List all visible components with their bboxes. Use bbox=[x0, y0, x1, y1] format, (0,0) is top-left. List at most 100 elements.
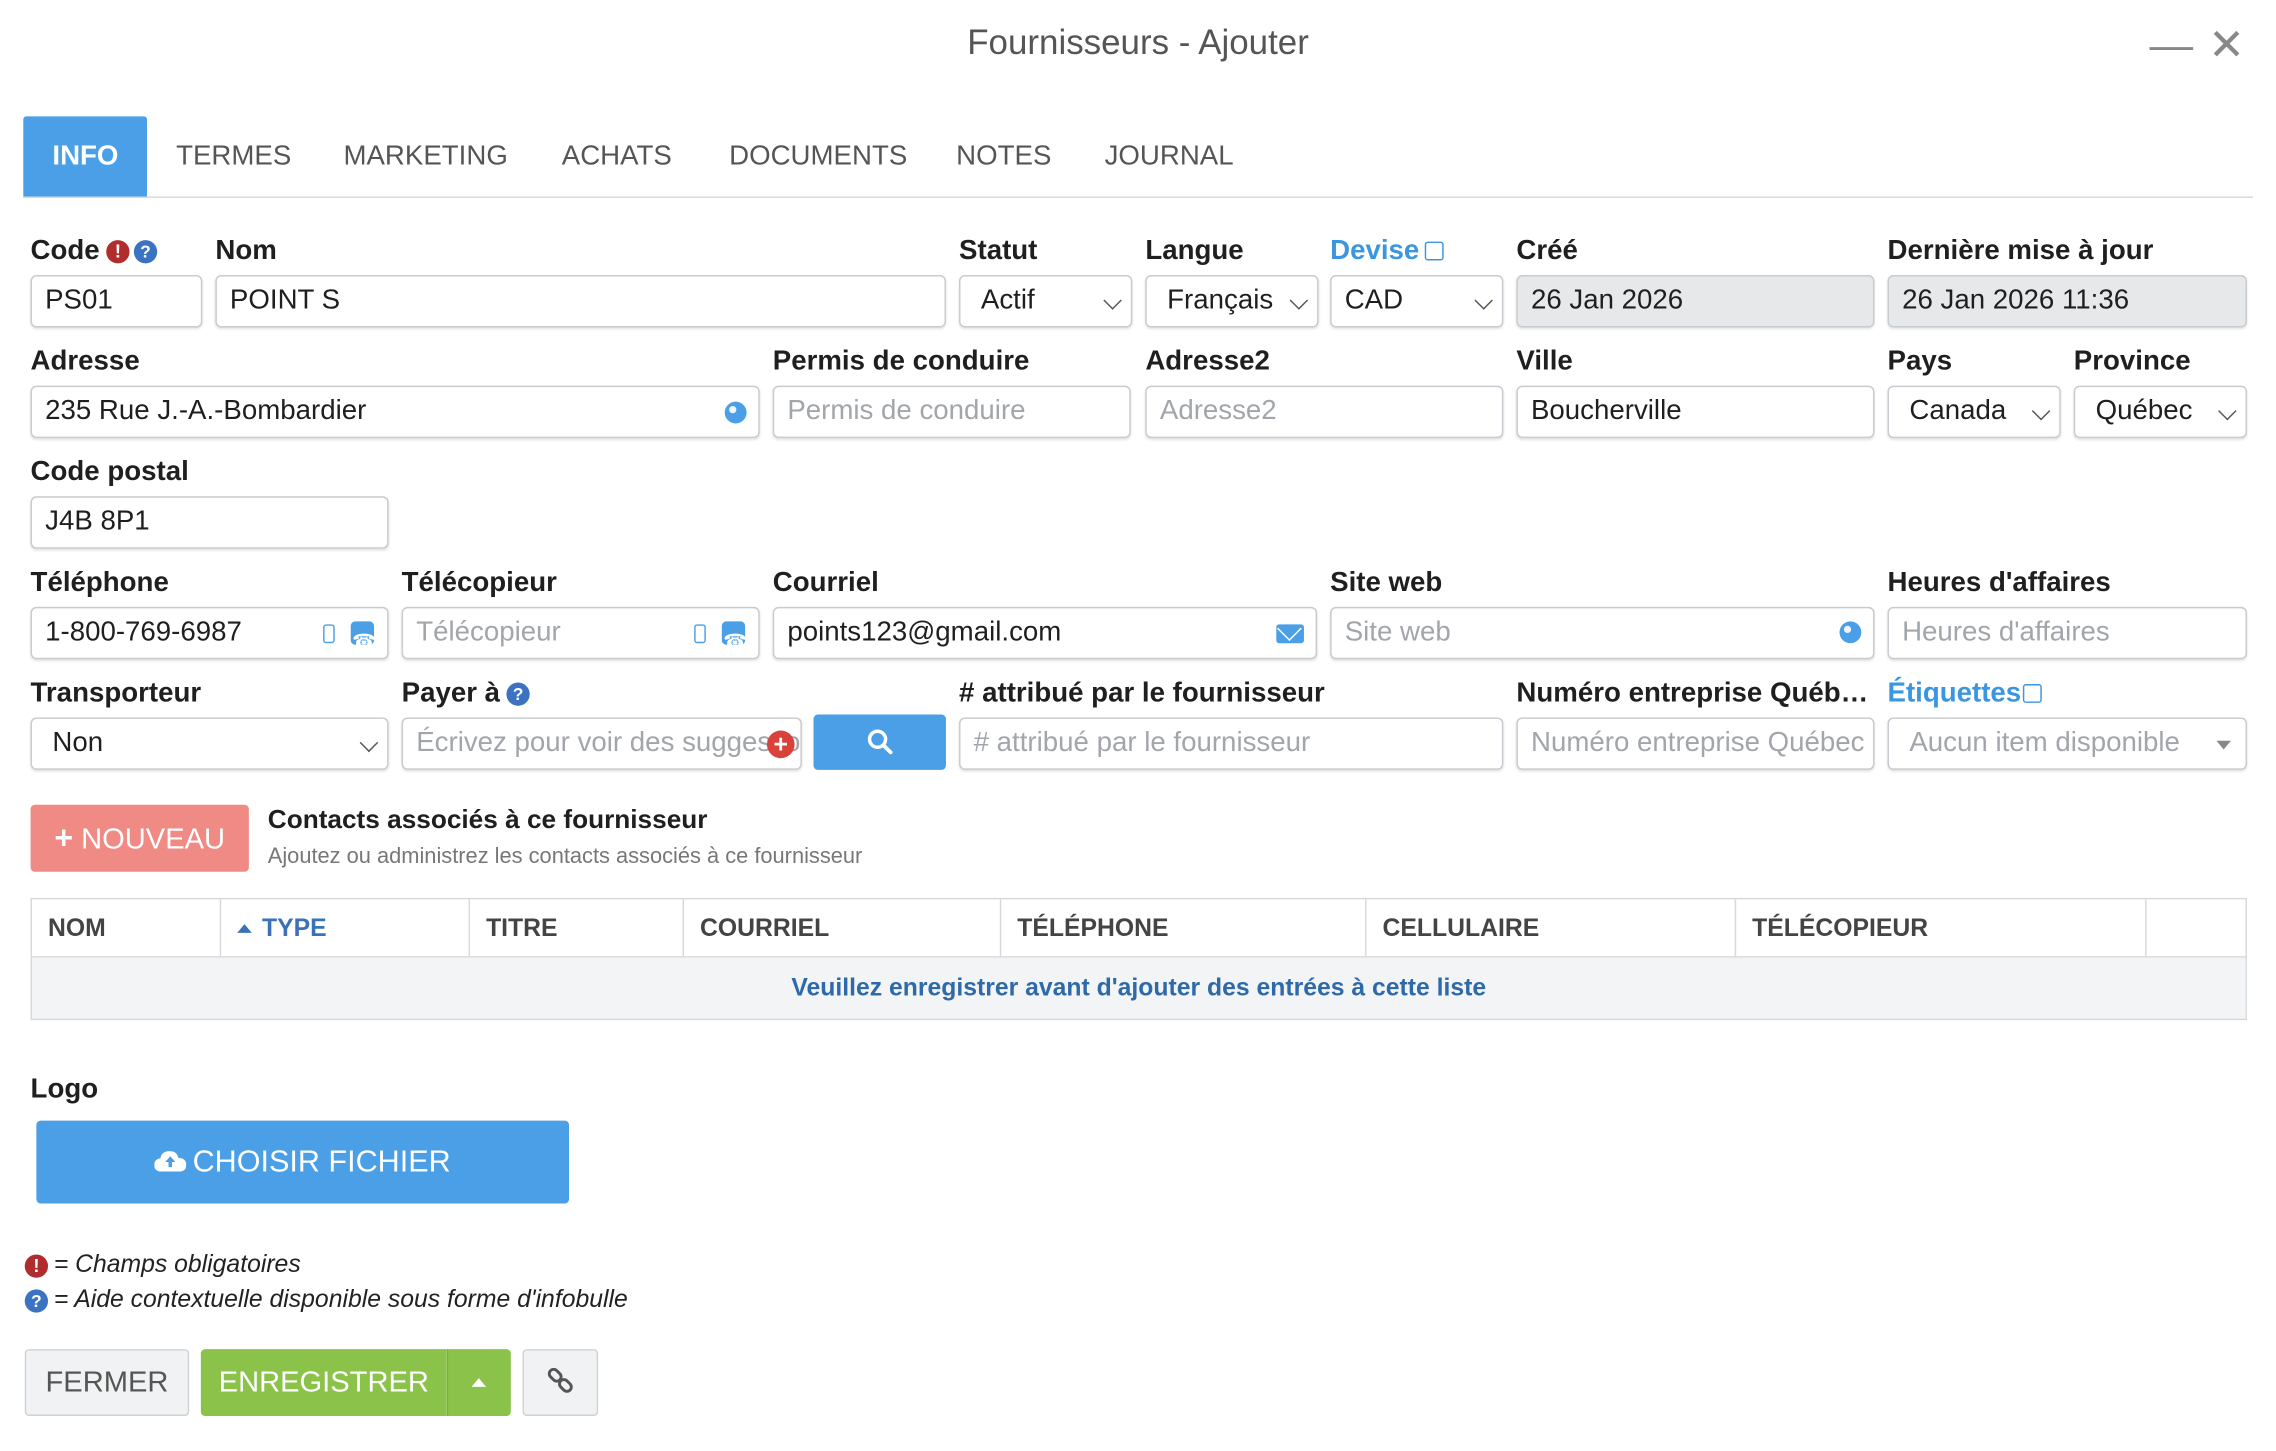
col-actions bbox=[2145, 897, 2247, 958]
col-courriel[interactable]: COURRIEL bbox=[682, 897, 1002, 958]
chevron-down-icon bbox=[359, 733, 379, 753]
phone-icon[interactable] bbox=[350, 617, 376, 658]
province-select[interactable]: Québec bbox=[2073, 385, 2247, 439]
globe-icon[interactable] bbox=[1839, 621, 1862, 644]
edit-icon[interactable] bbox=[1424, 241, 1444, 261]
save-options-button[interactable] bbox=[446, 1349, 511, 1417]
attribue-input[interactable]: # attribué par le fournisseur bbox=[959, 717, 1504, 770]
help-icon: ? bbox=[24, 1289, 49, 1313]
link-button[interactable] bbox=[522, 1349, 599, 1417]
nom-label: Nom bbox=[215, 235, 277, 267]
etiquettes-select[interactable]: Aucun item disponible bbox=[1887, 717, 2247, 770]
help-icon[interactable]: ? bbox=[506, 682, 530, 706]
chevron-down-icon bbox=[1289, 291, 1309, 310]
payer-a-input[interactable]: Écrivez pour voir des suggestions + bbox=[401, 717, 802, 770]
tab-marketing[interactable]: MARKETING bbox=[343, 116, 507, 196]
save-button[interactable]: ENREGISTRER bbox=[200, 1349, 447, 1417]
telecopieur-label: Télécopieur bbox=[401, 567, 557, 599]
chevron-down-icon bbox=[2218, 401, 2237, 421]
adresse-value: 235 Rue J.-A.-Bombardier bbox=[45, 395, 367, 427]
pays-select[interactable]: Canada bbox=[1887, 385, 2061, 439]
adresse-input[interactable]: 235 Rue J.-A.-Bombardier bbox=[30, 385, 760, 439]
code-label: Code bbox=[30, 235, 100, 267]
mobile-icon[interactable] bbox=[694, 624, 706, 644]
site-web-label: Site web bbox=[1330, 567, 1443, 599]
tab-info[interactable]: INFO bbox=[23, 116, 148, 197]
courriel-input[interactable]: points123@gmail.com bbox=[772, 606, 1318, 660]
tab-journal[interactable]: JOURNAL bbox=[1105, 116, 1234, 196]
col-nom[interactable]: NOM bbox=[30, 897, 222, 958]
table-header-row: NOM TYPE TITRE COURRIEL TÉLÉPHONE CELLUL… bbox=[30, 897, 2247, 958]
statut-value: Actif bbox=[980, 285, 1035, 316]
telephone-label: Téléphone bbox=[30, 567, 169, 599]
etiquettes-label[interactable]: Étiquettes bbox=[1888, 678, 2022, 710]
table-row: Veuillez enregistrer avant d'ajouter des… bbox=[30, 956, 2247, 1021]
new-contact-label: NOUVEAU bbox=[81, 823, 226, 856]
heures-input[interactable]: Heures d'affaires bbox=[1887, 606, 2247, 660]
devise-select[interactable]: CAD bbox=[1330, 275, 1504, 328]
search-icon bbox=[867, 729, 892, 755]
tab-termes[interactable]: TERMES bbox=[176, 116, 291, 196]
logo-label: Logo bbox=[30, 1074, 99, 1105]
transporteur-label: Transporteur bbox=[30, 678, 202, 709]
langue-select[interactable]: Français bbox=[1145, 275, 1319, 328]
province-label: Province bbox=[2073, 346, 2191, 377]
ville-input[interactable]: Boucherville bbox=[1516, 385, 1875, 439]
help-icon[interactable]: ? bbox=[133, 240, 158, 264]
close-icon[interactable]: ✕ bbox=[2203, 20, 2250, 72]
col-titre[interactable]: TITRE bbox=[468, 897, 684, 958]
adresse-label: Adresse bbox=[30, 346, 140, 377]
transporteur-select[interactable]: Non bbox=[30, 717, 389, 770]
devise-label[interactable]: Devise bbox=[1330, 236, 1419, 268]
mobile-icon[interactable] bbox=[323, 624, 335, 644]
adresse2-input[interactable]: Adresse2 bbox=[1145, 385, 1504, 439]
required-icon: ! bbox=[106, 240, 130, 264]
neq-input[interactable]: Numéro entreprise Québec bbox=[1516, 717, 1875, 770]
search-button[interactable] bbox=[813, 714, 946, 770]
col-telecopieur[interactable]: TÉLÉCOPIEUR bbox=[1734, 897, 2147, 958]
envelope-icon[interactable] bbox=[1276, 624, 1304, 644]
nom-input[interactable]: POINT S bbox=[215, 275, 946, 328]
col-type[interactable]: TYPE bbox=[219, 897, 471, 958]
ville-label: Ville bbox=[1516, 346, 1573, 377]
code-postal-input[interactable]: J4B 8P1 bbox=[30, 496, 389, 549]
adresse2-label: Adresse2 bbox=[1145, 346, 1270, 377]
statut-select[interactable]: Actif bbox=[959, 275, 1133, 328]
globe-icon[interactable] bbox=[724, 401, 747, 424]
telephone-input[interactable]: 1-800-769-6987 bbox=[30, 606, 389, 660]
permis-input[interactable]: Permis de conduire bbox=[772, 385, 1131, 439]
maj-field: 26 Jan 2026 11:36 bbox=[1887, 275, 2247, 328]
cree-label: Créé bbox=[1516, 235, 1578, 267]
phone-icon[interactable] bbox=[721, 617, 747, 658]
cloud-upload-icon bbox=[154, 1151, 187, 1172]
telecopieur-input[interactable]: Télécopieur bbox=[401, 606, 760, 660]
statut-label: Statut bbox=[959, 235, 1038, 267]
edit-icon[interactable] bbox=[2022, 683, 2042, 703]
tab-documents[interactable]: DOCUMENTS bbox=[729, 116, 907, 196]
contacts-subtitle: Ajoutez ou administrez les contacts asso… bbox=[267, 844, 863, 869]
site-web-input[interactable]: Site web bbox=[1330, 606, 1875, 660]
sort-asc-icon bbox=[237, 924, 252, 933]
legend-help: = Aide contextuelle disponible sous form… bbox=[53, 1285, 628, 1313]
required-icon: ! bbox=[24, 1254, 49, 1278]
tab-achats[interactable]: ACHATS bbox=[562, 116, 672, 196]
col-telephone[interactable]: TÉLÉPHONE bbox=[999, 897, 1367, 958]
chevron-down-icon bbox=[1474, 291, 1493, 310]
code-input[interactable]: PS01 bbox=[30, 275, 203, 328]
minimize-icon[interactable]: — bbox=[2148, 20, 2195, 72]
legend-required: = Champs obligatoires bbox=[53, 1250, 301, 1278]
close-button[interactable]: FERMER bbox=[24, 1349, 190, 1417]
new-contact-button[interactable]: + NOUVEAU bbox=[30, 804, 249, 872]
etiquettes-placeholder: Aucun item disponible bbox=[1909, 727, 2180, 759]
tab-notes[interactable]: NOTES bbox=[956, 116, 1051, 196]
province-value: Québec bbox=[2095, 395, 2193, 427]
col-type-label: TYPE bbox=[261, 913, 327, 941]
maj-label: Dernière mise à jour bbox=[1887, 235, 2154, 267]
cree-field: 26 Jan 2026 bbox=[1516, 275, 1875, 328]
transporteur-value: Non bbox=[52, 727, 104, 759]
langue-value: Français bbox=[1167, 285, 1274, 316]
choose-file-button[interactable]: CHOISIR FICHIER bbox=[36, 1120, 570, 1204]
payer-a-label: Payer à bbox=[401, 678, 501, 709]
plus-circle-icon[interactable]: + bbox=[766, 730, 795, 759]
col-cellulaire[interactable]: CELLULAIRE bbox=[1365, 897, 1737, 958]
